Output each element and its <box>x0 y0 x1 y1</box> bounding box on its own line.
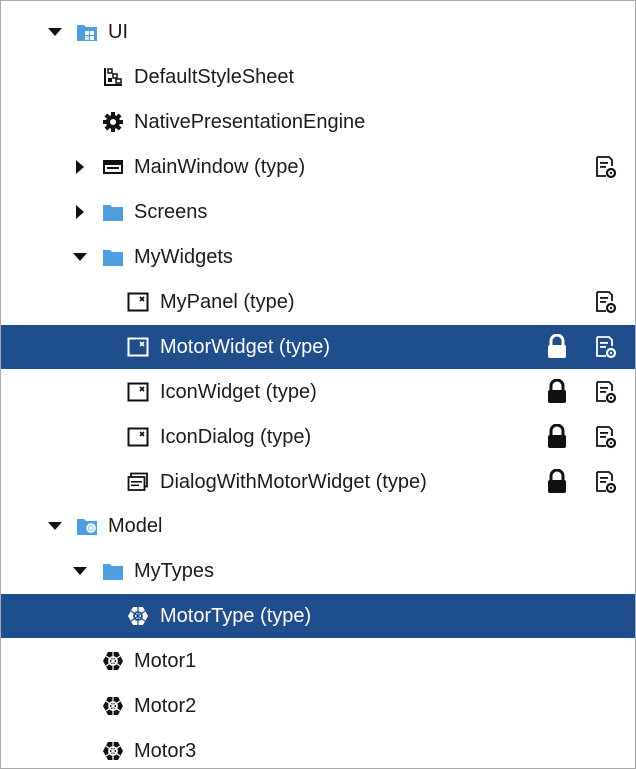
tree-item-label: DefaultStyleSheet <box>134 66 295 88</box>
folder-icon <box>102 560 124 582</box>
object-type-icon <box>127 605 149 627</box>
tree-item-dialogwithmotorwidget[interactable]: DialogWithMotorWidget (type) <box>1 460 635 504</box>
tree-item-defaultstylesheet[interactable]: DefaultStyleSheet <box>1 55 635 99</box>
tree-item-label: IconWidget (type) <box>160 381 317 403</box>
widget-icon <box>127 291 149 313</box>
folder-icon <box>102 201 124 223</box>
tree-item-nativepresentationengine[interactable]: NativePresentationEngine <box>1 100 635 144</box>
properties-icon[interactable] <box>595 380 617 404</box>
tree-item-mainwindow[interactable]: MainWindow (type) <box>1 145 635 189</box>
lock-icon <box>546 333 568 360</box>
tree-item-label: MyTypes <box>134 560 215 582</box>
object-icon <box>102 650 124 672</box>
properties-icon[interactable] <box>595 470 617 494</box>
tree-item-icondialog[interactable]: IconDialog (type) <box>1 415 635 459</box>
folder-icon <box>102 246 124 268</box>
object-icon <box>102 740 124 762</box>
tree-item-ui[interactable]: UI <box>1 10 635 54</box>
tree-item-motorwidget[interactable]: MotorWidget (type) <box>1 325 635 369</box>
gear-icon <box>102 111 124 133</box>
tree-item-label: MotorType (type) <box>160 605 312 627</box>
tree-item-label: DialogWithMotorWidget (type) <box>160 471 427 493</box>
tree-item-label: NativePresentationEngine <box>134 111 366 133</box>
tree-item-label: Screens <box>134 201 208 223</box>
tree-item-label: IconDialog (type) <box>160 426 312 448</box>
tree-item-label: MyPanel (type) <box>160 291 295 313</box>
lock-icon <box>546 423 568 450</box>
expand-arrow-icon[interactable] <box>70 145 90 189</box>
collapse-arrow-icon[interactable] <box>70 549 90 593</box>
tree-item-screens[interactable]: Screens <box>1 190 635 234</box>
tree-item-motor1[interactable]: Motor1 <box>1 639 635 683</box>
tree-item-label: MainWindow (type) <box>134 156 306 178</box>
stylesheet-icon <box>102 66 124 88</box>
tree-item-model[interactable]: Model <box>1 504 635 548</box>
project-tree: UI DefaultStyleSheet NativePresentationE… <box>0 0 636 769</box>
tree-item-mywidgets[interactable]: MyWidgets <box>1 235 635 279</box>
window-icon <box>102 156 124 178</box>
tree-item-label: Motor1 <box>134 650 197 672</box>
lock-icon <box>546 378 568 405</box>
widget-icon <box>127 381 149 403</box>
collapse-arrow-icon[interactable] <box>45 504 65 548</box>
model-folder-icon <box>76 515 98 537</box>
dialog-icon <box>127 471 149 493</box>
tree-item-motortype[interactable]: MotorType (type) <box>1 594 635 638</box>
ui-folder-icon <box>76 21 98 43</box>
tree-item-iconwidget[interactable]: IconWidget (type) <box>1 370 635 414</box>
properties-icon[interactable] <box>595 155 617 179</box>
tree-item-label: Motor2 <box>134 695 197 717</box>
widget-icon <box>127 426 149 448</box>
properties-icon[interactable] <box>595 335 617 359</box>
tree-item-mytypes[interactable]: MyTypes <box>1 549 635 593</box>
widget-icon <box>127 336 149 358</box>
tree-item-motor2[interactable]: Motor2 <box>1 684 635 728</box>
tree-item-label: MotorWidget (type) <box>160 336 331 358</box>
expand-arrow-icon[interactable] <box>70 190 90 234</box>
properties-icon[interactable] <box>595 425 617 449</box>
tree-item-label: Model <box>108 515 163 537</box>
collapse-arrow-icon[interactable] <box>45 10 65 54</box>
collapse-arrow-icon[interactable] <box>70 235 90 279</box>
lock-icon <box>546 468 568 495</box>
object-icon <box>102 695 124 717</box>
tree-item-label: Motor3 <box>134 740 197 762</box>
tree-item-motor3[interactable]: Motor3 <box>1 729 635 768</box>
properties-icon[interactable] <box>595 290 617 314</box>
tree-item-label: MyWidgets <box>134 246 233 268</box>
tree-item-label: UI <box>108 21 128 43</box>
tree-item-mypanel[interactable]: MyPanel (type) <box>1 280 635 324</box>
